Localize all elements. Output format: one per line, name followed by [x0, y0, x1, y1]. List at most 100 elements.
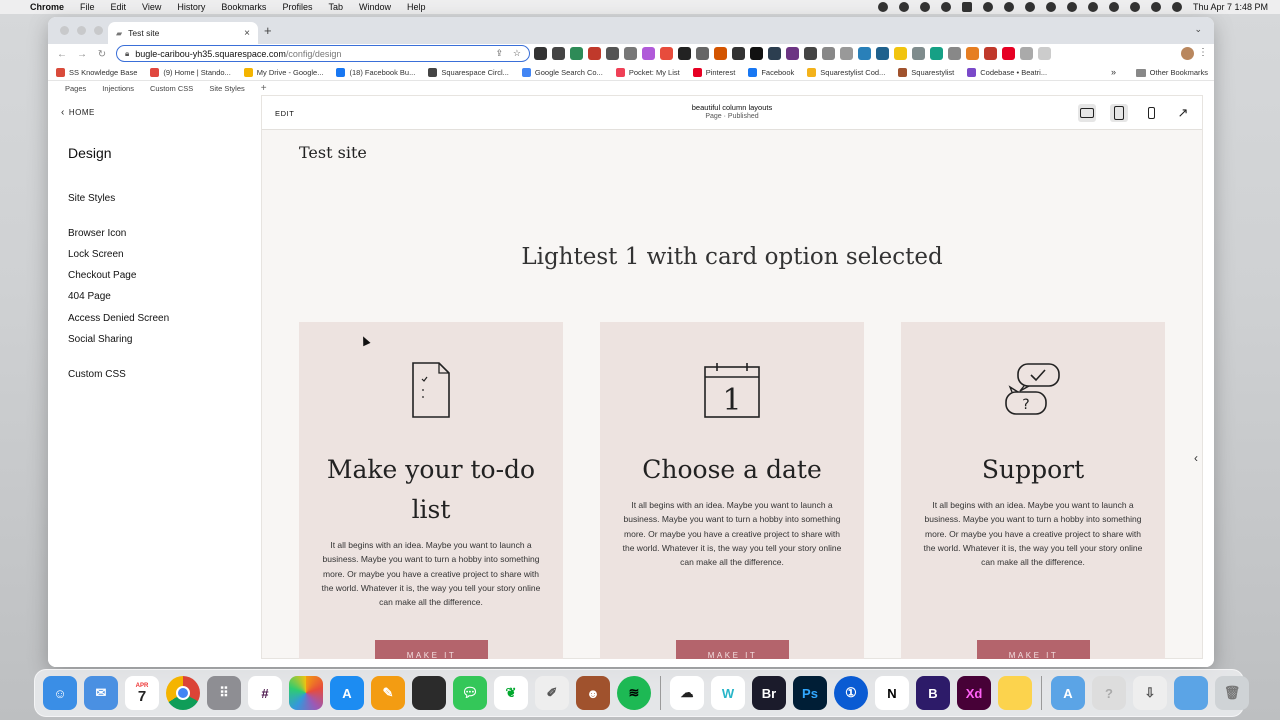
messages-icon[interactable]: 💬︎: [453, 676, 487, 710]
menu-window[interactable]: Window: [359, 2, 391, 12]
user-icon[interactable]: [1066, 2, 1077, 12]
add-nav-button[interactable]: +: [261, 83, 267, 94]
bookmark-item[interactable]: (9) Home | Stando...: [150, 67, 231, 77]
menu-edit[interactable]: Edit: [111, 2, 127, 12]
bookmark-item[interactable]: Squarespace Circl...: [428, 67, 509, 77]
extension-icon[interactable]: [732, 47, 745, 60]
documents-folder-icon[interactable]: [1174, 676, 1208, 710]
status-app-icon[interactable]: [982, 2, 993, 12]
bookmark-item[interactable]: My Drive - Google...: [243, 67, 323, 77]
sidebar-icon[interactable]: [1038, 47, 1051, 60]
sidebar-item-404-page[interactable]: 404 Page: [68, 291, 111, 302]
home-back-link[interactable]: ‹ HOME: [61, 107, 95, 118]
extension-icon[interactable]: [858, 47, 871, 60]
sidebar-item-access-denied[interactable]: Access Denied Screen: [68, 313, 169, 324]
clock-icon[interactable]: [1087, 2, 1098, 12]
bridge-icon[interactable]: Br: [752, 676, 786, 710]
preview-scrollbar[interactable]: [261, 659, 1203, 667]
forward-button[interactable]: →: [76, 49, 88, 60]
minimize-window-button[interactable]: [77, 26, 86, 35]
menu-file[interactable]: File: [80, 2, 95, 12]
profile-avatar[interactable]: [1181, 47, 1194, 60]
launchpad-icon[interactable]: ⠿: [207, 676, 241, 710]
bbedit-icon[interactable]: B: [916, 676, 950, 710]
webflow-icon[interactable]: W: [711, 676, 745, 710]
bookmark-item[interactable]: SS Knowledge Base: [56, 67, 137, 77]
siri-icon[interactable]: [1171, 2, 1182, 12]
app-store-icon[interactable]: A: [330, 676, 364, 710]
extension-icon[interactable]: [624, 47, 637, 60]
bookmark-item[interactable]: (18) Facebook Bu...: [336, 67, 415, 77]
extension-icon[interactable]: [552, 47, 565, 60]
menu-profiles[interactable]: Profiles: [282, 2, 312, 12]
extension-icon[interactable]: [696, 47, 709, 60]
extension-icon[interactable]: [642, 47, 655, 60]
wifi-icon[interactable]: [1045, 2, 1056, 12]
extension-icon[interactable]: [714, 47, 727, 60]
spotify-icon[interactable]: ≋: [617, 676, 651, 710]
extension-icon[interactable]: [588, 47, 601, 60]
tab-search-icon[interactable]: ⌄: [1194, 24, 1202, 35]
cloud-icon[interactable]: [940, 2, 951, 12]
bookmark-item[interactable]: Pinterest: [692, 67, 735, 77]
brightness-icon[interactable]: [1003, 2, 1014, 12]
close-window-button[interactable]: [60, 26, 69, 35]
extension-icon[interactable]: [840, 47, 853, 60]
maximize-window-button[interactable]: [94, 26, 103, 35]
reload-button[interactable]: ↻: [96, 49, 108, 60]
new-tab-button[interactable]: +: [264, 23, 272, 38]
menu-bookmarks[interactable]: Bookmarks: [221, 2, 266, 12]
bookmark-item[interactable]: Pocket: My List: [615, 67, 680, 77]
extension-icon[interactable]: [966, 47, 979, 60]
extension-icon[interactable]: [930, 47, 943, 60]
contacts-icon[interactable]: ☻: [576, 676, 610, 710]
bookmark-item[interactable]: Google Search Co...: [521, 67, 603, 77]
back-button[interactable]: ←: [56, 49, 68, 60]
trash-icon[interactable]: 🗑︎: [1215, 676, 1249, 710]
menu-app-name[interactable]: Chrome: [30, 2, 64, 12]
status-app-icon[interactable]: [877, 2, 888, 12]
notes-icon[interactable]: [998, 676, 1032, 710]
make-it-button[interactable]: MAKE IT: [977, 640, 1090, 660]
search-icon[interactable]: [1129, 2, 1140, 12]
close-tab-icon[interactable]: ×: [244, 28, 250, 39]
sidebar-item-checkout-page[interactable]: Checkout Page: [68, 270, 136, 281]
textedit-icon[interactable]: ✐: [535, 676, 569, 710]
more-menu-icon[interactable]: ⋮: [1198, 47, 1208, 58]
status-app-icon[interactable]: [898, 2, 909, 12]
nav-pages[interactable]: Pages: [65, 84, 86, 93]
1password-icon[interactable]: ①: [834, 676, 868, 710]
make-it-button[interactable]: MAKE IT: [676, 640, 789, 660]
tablet-view-button[interactable]: [1110, 104, 1128, 122]
site-title[interactable]: Test site: [299, 143, 367, 162]
extension-icon[interactable]: [786, 47, 799, 60]
extension-icon[interactable]: [822, 47, 835, 60]
extension-icon[interactable]: [768, 47, 781, 60]
nav-custom-css[interactable]: Custom CSS: [150, 84, 193, 93]
extension-icon[interactable]: [894, 47, 907, 60]
extension-icon[interactable]: [570, 47, 583, 60]
bookmark-item[interactable]: Squarestylist Cod...: [807, 67, 885, 77]
sidebar-item-custom-css[interactable]: Custom CSS: [68, 369, 126, 380]
lock-icon[interactable]: 🔒︎: [125, 49, 129, 59]
control-center-icon[interactable]: [1150, 2, 1161, 12]
extension-icon[interactable]: [534, 47, 547, 60]
bookmark-star-icon[interactable]: ☆: [513, 48, 521, 59]
chrome-icon[interactable]: [166, 676, 200, 710]
mail-icon[interactable]: ✉: [84, 676, 118, 710]
more-bookmarks-button[interactable]: »: [1111, 67, 1116, 77]
bookmark-item[interactable]: Codebase • Beatri...: [967, 67, 1047, 77]
menu-history[interactable]: History: [177, 2, 205, 12]
evernote-icon[interactable]: ❦: [494, 676, 528, 710]
menu-help[interactable]: Help: [407, 2, 426, 12]
photoshop-icon[interactable]: Ps: [793, 676, 827, 710]
sidebar-item-lock-screen[interactable]: Lock Screen: [68, 249, 124, 260]
nav-site-styles[interactable]: Site Styles: [209, 84, 244, 93]
applications-folder-icon[interactable]: A: [1051, 676, 1085, 710]
pages-icon[interactable]: ✎: [371, 676, 405, 710]
menu-tab[interactable]: Tab: [328, 2, 343, 12]
make-it-button[interactable]: MAKE IT: [375, 640, 488, 660]
menu-clock[interactable]: Thu Apr 7 1:48 PM: [1193, 2, 1268, 12]
desktop-view-button[interactable]: [1078, 104, 1096, 122]
extension-icon[interactable]: [678, 47, 691, 60]
